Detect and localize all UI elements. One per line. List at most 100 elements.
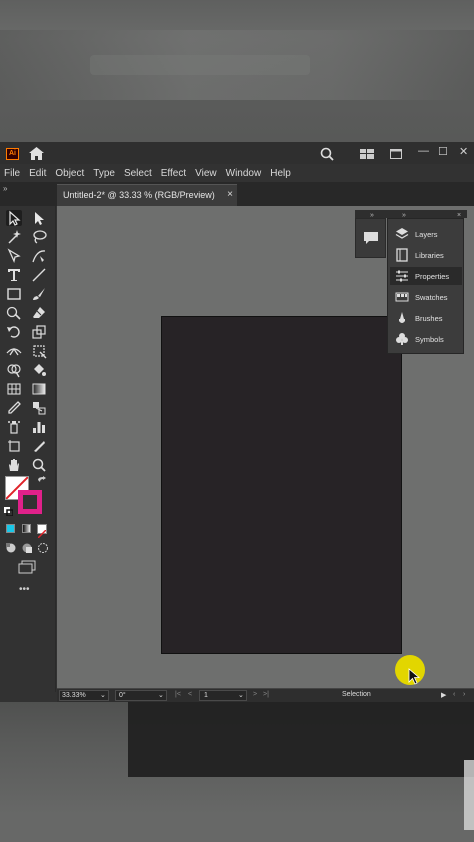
selection-tool-icon[interactable] <box>6 210 22 226</box>
panel-item-swatches[interactable]: Swatches <box>390 288 462 306</box>
symbol-sprayer-tool-icon[interactable] <box>6 419 22 435</box>
background-blur-dark-shape <box>128 702 474 777</box>
menu-effect[interactable]: Effect <box>161 168 186 179</box>
perspective-grid-tool-icon[interactable] <box>6 381 22 397</box>
eyedropper-tool-icon[interactable] <box>6 400 22 416</box>
menu-select[interactable]: Select <box>124 168 152 179</box>
document-canvas[interactable]: » » × Layers Libraries Properties Swatch… <box>57 206 474 688</box>
scroll-right-icon[interactable]: › <box>463 691 465 701</box>
rotation-value: 0° <box>119 692 126 699</box>
type-tool-icon[interactable] <box>6 267 22 283</box>
column-graph-tool-icon[interactable] <box>31 419 47 435</box>
color-mode-button[interactable] <box>6 524 15 533</box>
first-artboard-icon[interactable]: |< <box>175 691 181 701</box>
chevron-down-icon: ⌄ <box>100 692 106 699</box>
none-mode-button[interactable] <box>37 524 47 539</box>
panel-dock-header: » » × <box>355 210 467 218</box>
document-tab-title: Untitled-2* @ 33.33 % (RGB/Preview) <box>63 190 215 200</box>
menu-object[interactable]: Object <box>55 168 84 179</box>
menu-bar: File Edit Object Type Select Effect View… <box>0 164 474 182</box>
gradient-tool-icon[interactable] <box>31 381 47 397</box>
status-bar: 33.33% ⌄ 0° ⌄ |< < 1 ⌄ > >| Selection ▶ … <box>57 688 474 702</box>
live-paint-bucket-tool-icon[interactable] <box>31 362 47 378</box>
brushes-icon <box>399 312 405 323</box>
next-artboard-icon[interactable]: > <box>253 691 257 701</box>
pen-tool-icon[interactable] <box>6 248 22 264</box>
previous-artboard-icon[interactable]: < <box>188 691 192 701</box>
stroke-swatch[interactable] <box>18 490 42 514</box>
lasso-tool-icon[interactable] <box>31 229 47 245</box>
menu-edit[interactable]: Edit <box>29 168 46 179</box>
app-logo: Ai <box>6 148 19 160</box>
paintbrush-tool-icon[interactable] <box>31 286 47 302</box>
libraries-icon <box>396 248 408 262</box>
shaper-tool-icon[interactable] <box>6 305 22 321</box>
mouse-pointer-icon <box>408 668 421 685</box>
curvature-tool-icon[interactable] <box>31 248 47 264</box>
draw-behind-icon[interactable] <box>21 542 33 554</box>
document-tab-close-button[interactable]: × <box>227 189 233 200</box>
default-fill-stroke-icon[interactable] <box>4 507 13 516</box>
symbols-icon <box>396 333 408 345</box>
scroll-left-icon[interactable]: ‹ <box>453 691 455 701</box>
direct-selection-tool-icon[interactable] <box>31 210 47 226</box>
change-screen-mode-icon[interactable] <box>18 560 36 574</box>
menu-help[interactable]: Help <box>270 168 291 179</box>
artboard-tool-icon[interactable] <box>6 438 22 454</box>
panel-item-properties[interactable]: Properties <box>390 267 462 285</box>
illustrator-window: Ai — ☐ ✕ File Edit Object Type Select Ef… <box>0 142 474 702</box>
zoom-tool-icon[interactable] <box>31 457 47 473</box>
line-segment-tool-icon[interactable] <box>31 267 47 283</box>
free-transform-tool-icon[interactable] <box>31 343 47 359</box>
chevron-down-icon: ⌄ <box>158 692 164 699</box>
status-menu-arrow-icon[interactable]: ▶ <box>441 691 446 701</box>
rotate-tool-icon[interactable] <box>6 324 22 340</box>
eraser-tool-icon[interactable] <box>31 305 47 321</box>
menu-view[interactable]: View <box>195 168 217 179</box>
panel-item-libraries[interactable]: Libraries <box>390 246 462 264</box>
swap-fill-stroke-icon[interactable] <box>37 476 47 486</box>
blend-tool-icon[interactable] <box>31 400 47 416</box>
workspace-switcher-icon[interactable] <box>360 149 374 159</box>
arrange-documents-icon[interactable] <box>390 149 402 159</box>
screen: Ai — ☐ ✕ File Edit Object Type Select Ef… <box>0 0 474 842</box>
scale-tool-icon[interactable] <box>31 324 47 340</box>
home-icon[interactable] <box>29 147 44 160</box>
zoom-dropdown[interactable]: 33.33% ⌄ <box>59 690 109 701</box>
layers-icon <box>395 228 409 239</box>
last-artboard-icon[interactable]: >| <box>263 691 269 701</box>
menu-type[interactable]: Type <box>93 168 115 179</box>
comments-panel-strip <box>355 218 386 258</box>
draw-inside-icon[interactable] <box>37 542 49 554</box>
panel-item-brushes[interactable]: Brushes <box>390 309 462 327</box>
panel-item-symbols[interactable]: Symbols <box>390 330 462 348</box>
artboard[interactable] <box>161 316 402 654</box>
minimize-button[interactable]: — <box>418 145 429 157</box>
rectangle-tool-icon[interactable] <box>6 286 22 302</box>
comments-icon[interactable] <box>363 231 379 245</box>
current-tool-label: Selection <box>342 691 371 698</box>
panel-item-layers[interactable]: Layers <box>390 225 462 243</box>
rotation-dropdown[interactable]: 0° ⌄ <box>115 690 167 701</box>
magic-wand-tool-icon[interactable] <box>6 229 22 245</box>
collapsed-panels-list: Layers Libraries Properties Swatches Bru… <box>387 218 464 354</box>
restore-button[interactable]: ☐ <box>438 145 448 158</box>
edit-toolbar-button[interactable]: ••• <box>19 584 30 595</box>
menu-file[interactable]: File <box>4 168 20 179</box>
menu-window[interactable]: Window <box>226 168 262 179</box>
title-bar: Ai — ☐ ✕ <box>0 142 474 164</box>
document-tab[interactable]: Untitled-2* @ 33.33 % (RGB/Preview) × <box>57 184 237 206</box>
draw-normal-icon[interactable] <box>5 542 17 554</box>
close-window-button[interactable]: ✕ <box>459 145 468 158</box>
shape-builder-tool-icon[interactable] <box>6 362 22 378</box>
swatches-icon <box>395 292 409 302</box>
toolbar-collapse-button[interactable]: » <box>3 184 7 193</box>
search-icon[interactable] <box>320 147 334 161</box>
hand-tool-icon[interactable] <box>6 457 22 473</box>
artboard-number: 1 <box>204 692 208 699</box>
document-tab-strip: » Untitled-2* @ 33.33 % (RGB/Preview) × <box>0 182 474 206</box>
width-tool-icon[interactable] <box>6 343 22 359</box>
gradient-mode-button[interactable] <box>22 524 31 533</box>
artboard-navigator[interactable]: 1 ⌄ <box>199 690 247 701</box>
slice-tool-icon[interactable] <box>31 438 47 454</box>
